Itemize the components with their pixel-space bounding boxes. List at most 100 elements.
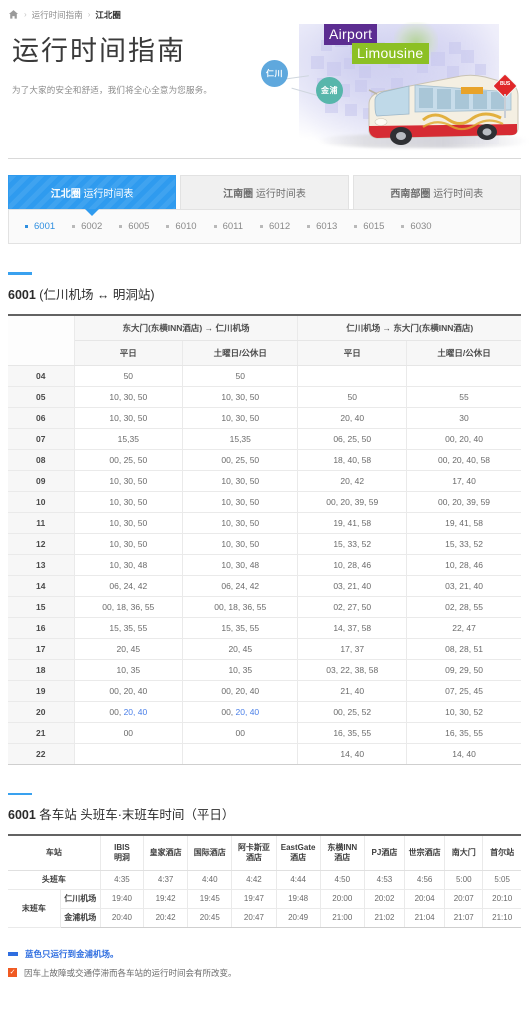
time-cell: 00, 20, 40 [182,700,299,723]
firstlast-section-title: 6001 各车站 头班车·末班车时间（平日） [8,804,521,823]
tab-gangnam-rest: 运行时间表 [253,189,306,200]
time-cell: 50 [182,364,299,387]
last-bus-gimpo-time: 21:10 [482,908,521,928]
last-bus-incheon-time: 20:04 [404,889,446,909]
last-bus-gimpo-time: 20:47 [231,908,277,928]
first-bus-time: 4:56 [404,870,446,890]
hero-banner: Airport Limousine 仁川 金浦 BUS 运行时间指南 为了大家的… [0,22,529,158]
table-row: 15 00, 18, 36, 55 00, 18, 36, 55 02, 27,… [8,595,521,618]
first-last-table: 车站 IBIS 明洞 皇家酒店 国际酒店 阿卡斯亚 酒店 EastGate 酒店… [8,834,521,928]
time-cell: 10, 30, 50 [73,469,184,492]
time-cell: 21, 40 [297,679,408,702]
group-header-inbound: 仁川机场 → 东大门(东横INN酒店) [297,314,521,341]
last-bus-incheon-time: 20:02 [363,889,406,909]
first-last-table-body: 头班车 4:35 4:37 4:40 4:42 4:44 4:50 4:53 4… [8,870,521,928]
footnote-delay: ✓ 因车上故障或交通停滞而各车站的运行时间会有所改变。 [8,967,521,979]
last-bus-incheon-row: 末班车 仁川机场 19:40 19:42 19:45 19:47 19:48 2… [8,889,521,928]
home-icon[interactable] [8,9,19,20]
blue-bar-icon [8,952,18,956]
hour-cell: 12 [8,532,75,555]
hour-cell: 22 [8,742,75,765]
time-cell: 10, 30, 50 [73,385,184,408]
firstlast-section: 6001 各车站 头班车·末班车时间（平日） 车站 IBIS 明洞 皇家酒店 国… [0,792,529,928]
route-item-6001[interactable]: 6001 [19,221,66,232]
time-cell: 10, 30, 50 [73,490,184,513]
time-cell: 14, 40 [406,742,521,765]
route-item-6002[interactable]: 6002 [66,221,113,232]
first-bus-time: 4:35 [99,870,145,890]
footnote-blue-text: 蓝色只运行到金浦机场。 [25,949,119,959]
time-cell: 15,35 [73,427,184,450]
first-bus-time: 4:53 [363,870,406,890]
route-bullet-icon [354,225,358,228]
time-cell: 10, 35 [182,658,299,681]
last-bus-incheon-label: 仁川机场 [59,889,101,909]
time-cell: 10, 35 [73,658,184,681]
timetable-section: 6001 (仁川机场 ↔ 明洞站) 东大门(东横INN酒店) → 仁川机场 仁川… [0,272,529,765]
first-bus-time: 4:37 [143,870,189,890]
hour-cell: 19 [8,679,75,702]
route-item-6015[interactable]: 6015 [348,221,395,232]
table-row: 22 14, 40 14, 40 [8,742,521,765]
station-header-ibis-myeongdong: IBIS 明洞 [99,834,145,871]
time-cell: 06, 24, 42 [73,574,184,597]
firstlast-title-rest: 各车站 头班车·末班车时间（平日） [35,808,235,822]
time-cell: 09, 29, 50 [406,658,521,681]
tab-gangbuk[interactable]: 江北圈 运行时间表 [8,175,177,216]
time-cell [73,742,184,765]
timetable-route-name: (仁川机场 ↔ 明洞站) [35,287,155,302]
route-item-6010[interactable]: 6010 [160,221,207,232]
route-item-6005[interactable]: 6005 [113,221,160,232]
group-header-row: 东大门(东横INN酒店) → 仁川机场 仁川机场 → 东大门(东横INN酒店) [8,314,521,366]
hour-cell: 15 [8,595,75,618]
hour-cell: 06 [8,406,75,429]
firstlast-section-head: 6001 各车站 头班车·末班车时间（平日） [8,792,521,824]
time-cell: 30 [406,406,521,429]
station-header-acacia-hotel: 阿卡斯亚 酒店 [231,834,277,871]
time-cell: 17, 40 [406,469,521,492]
last-bus-gimpo-time: 20:42 [143,908,189,928]
last-bus-incheon-time: 19:47 [231,889,277,909]
time-cell: 10, 30, 50 [182,532,299,555]
table-row: 21 00 00 16, 35, 55 16, 35, 55 [8,721,521,744]
breadcrumb-item-guide[interactable]: 运行时间指南 [32,9,83,21]
table-row: 16 15, 35, 55 15, 35, 55 14, 37, 58 22, … [8,616,521,639]
hour-cell: 20 [8,700,75,723]
route-item-6013[interactable]: 6013 [301,221,348,232]
tab-gangnam[interactable]: 江南圈 运行时间表 [180,175,349,209]
first-bus-row: 头班车 4:35 4:37 4:40 4:42 4:44 4:50 4:53 4… [8,870,521,890]
hour-cell: 17 [8,637,75,660]
time-cell: 20, 45 [182,637,299,660]
route-item-6030[interactable]: 6030 [395,221,442,232]
last-bus-incheon-time: 20:07 [444,889,484,909]
time-cell: 07, 25, 45 [406,679,521,702]
breadcrumb-item-current: 江北圈 [95,9,121,20]
time-cell: 10, 30, 50 [73,406,184,429]
hourly-timetable-head: 东大门(东横INN酒店) → 仁川机场 仁川机场 → 东大门(东横INN酒店) … [8,314,521,366]
time-cell: 00, 20, 40 [406,427,521,450]
time-cell: 03, 21, 40 [297,574,408,597]
time-cell: 14, 40 [297,742,408,765]
station-header-pj-hotel: PJ酒店 [363,834,406,871]
route-item-6011[interactable]: 6011 [208,221,254,232]
breadcrumb-separator: › [24,10,27,19]
station-header-row: 车站 IBIS 明洞 皇家酒店 国际酒店 阿卡斯亚 酒店 EastGate 酒店… [8,834,521,871]
route-bullet-icon [307,225,311,228]
time-cell-gimpo-only: 20, 40 [235,706,260,717]
time-cell: 00, 20, 40 [182,679,299,702]
time-cell: 10, 30, 50 [182,511,299,534]
footnote-delay-text: 因车上故障或交通停滞而各车站的运行时间会有所改变。 [24,968,237,978]
hour-cell: 16 [8,616,75,639]
route-item-6012[interactable]: 6012 [254,221,301,232]
last-bus-incheon-time: 20:00 [319,889,365,909]
last-bus-label: 末班车 [8,889,61,928]
last-bus-gimpo-time: 21:00 [319,908,365,928]
route-bullet-icon [166,225,170,228]
tab-southwest[interactable]: 西南部圈 运行时间表 [352,175,521,209]
station-header-royal-hotel: 皇家酒店 [143,834,189,871]
route-label-6002: 6002 [81,221,103,232]
time-cell: 10, 30, 48 [73,553,184,576]
timetable-section-title: 6001 (仁川机场 ↔ 明洞站) [8,284,521,303]
time-cell: 00, 25, 50 [73,448,184,471]
tab-southwest-strong: 西南部圈 [390,189,431,200]
